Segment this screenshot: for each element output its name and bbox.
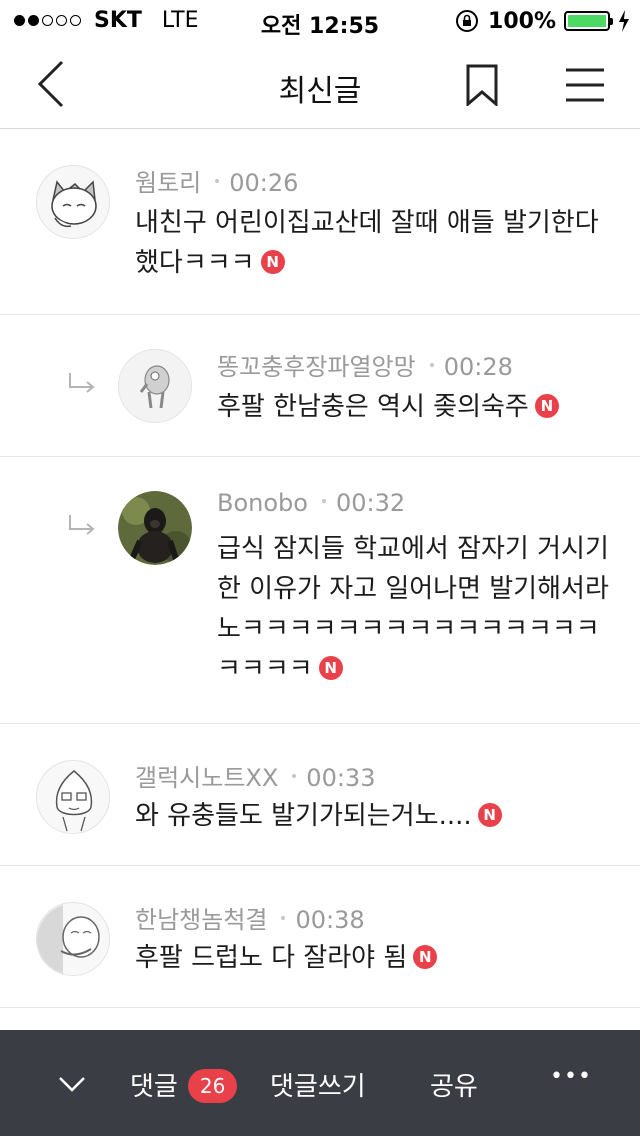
comment-item: 한남챙놈척결 00:38 후팔 드럽노 다 잘라야 됨N xyxy=(0,866,640,1008)
battery-icon xyxy=(564,11,613,31)
menu-icon[interactable] xyxy=(566,68,604,102)
comment-item: Bonobo 00:32 급식 잠지들 학교에서 잠자기 거시기한 이유가 자고 … xyxy=(0,457,640,724)
page-title: 최신글 xyxy=(278,74,362,109)
share-button[interactable]: 공유 xyxy=(430,1066,478,1103)
more-icon: ••• xyxy=(550,1064,592,1089)
comment-time: 00:38 xyxy=(295,906,365,934)
comment-meta: Bonobo 00:32 xyxy=(217,489,405,517)
comment-author[interactable]: 똥꼬충후장파열앙망 xyxy=(217,353,416,381)
comment-text: 후팔 드럽노 다 잘라야 됨N xyxy=(135,938,610,978)
comments-label: 댓글 xyxy=(130,1072,178,1102)
navigation-bar: 최신글 xyxy=(0,40,640,129)
collapse-chevron-icon[interactable] xyxy=(58,1076,86,1092)
comment-author[interactable]: 웜토리 xyxy=(135,169,201,197)
new-badge: N xyxy=(477,802,502,827)
new-badge: N xyxy=(260,249,285,274)
comment-text: 와 유충들도 발기가되는거노.... N xyxy=(135,796,610,836)
comment-author[interactable]: 한남챙놈척결 xyxy=(135,906,267,934)
reply-arrow-icon xyxy=(69,515,95,535)
comment-meta: 웜토리 00:26 xyxy=(135,163,298,198)
charging-icon xyxy=(619,10,629,32)
new-badge: N xyxy=(413,944,438,969)
status-bar: SKT LTE 오전 12:55 100% xyxy=(0,0,640,40)
comment-count-badge: 26 xyxy=(187,1068,238,1103)
comment-time: 00:33 xyxy=(306,764,376,792)
comment-meta: 갤럭시노트XX 00:33 xyxy=(135,758,375,793)
comment-author[interactable]: Bonobo xyxy=(217,489,308,517)
avatar[interactable] xyxy=(36,760,110,834)
rotation-lock-icon xyxy=(456,10,479,32)
comment-time: 00:32 xyxy=(335,489,406,517)
bottom-action-bar: 댓글 26 댓글쓰기 공유 ••• xyxy=(0,1030,640,1136)
status-right: 100% xyxy=(454,8,630,34)
comment-item: 똥꼬충후장파열앙망 00:28 후팔 한남충은 역시 좆의숙주 N xyxy=(0,315,640,457)
avatar[interactable] xyxy=(36,165,110,239)
comment-text: 후팔 한남충은 역시 좆의숙주 N xyxy=(217,387,612,427)
comment-item: 갤럭시노트XX 00:33 와 유충들도 발기가되는거노.... N xyxy=(0,724,640,866)
comment-item: 웜토리 00:26 내친구 어린이집교산데 잘때 애들 발기한다 했다ㅋㅋㅋ N xyxy=(0,129,640,315)
comment-time: 00:26 xyxy=(229,169,299,197)
avatar[interactable] xyxy=(118,349,192,423)
reply-arrow-icon xyxy=(69,373,95,393)
comment-text: 급식 잠지들 학교에서 잠자기 거시기한 이유가 자고 일어나면 발기해서라노ㅋ… xyxy=(217,534,609,684)
comment-meta: 한남챙놈척결 00:38 xyxy=(135,900,365,935)
more-options-button[interactable]: ••• xyxy=(550,1064,592,1089)
avatar[interactable] xyxy=(118,491,192,565)
comments-button[interactable]: 댓글 26 xyxy=(130,1066,238,1107)
write-comment-button[interactable]: 댓글쓰기 xyxy=(270,1066,366,1103)
new-badge: N xyxy=(534,393,559,418)
new-badge: N xyxy=(318,655,343,680)
bookmark-icon[interactable] xyxy=(466,64,498,106)
avatar[interactable] xyxy=(36,902,110,976)
comment-time: 00:28 xyxy=(443,353,513,381)
comment-text: 내친구 어린이집교산데 잘때 애들 발기한다 했다ㅋㅋㅋ N xyxy=(135,208,599,278)
comment-author[interactable]: 갤럭시노트XX xyxy=(135,764,278,792)
battery-percent: 100% xyxy=(488,8,556,34)
comment-meta: 똥꼬충후장파열앙망 00:28 xyxy=(217,347,513,382)
